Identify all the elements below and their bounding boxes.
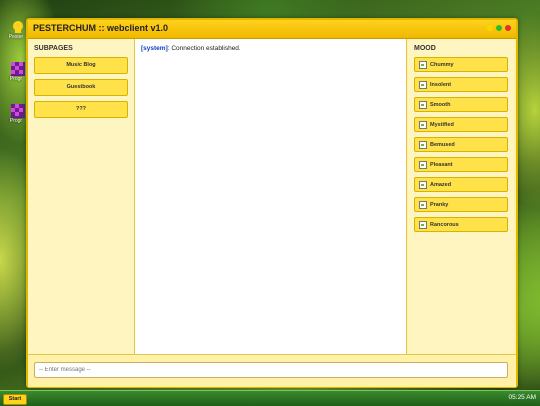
mood-rancorous-button[interactable]: Rancorous [414, 217, 508, 232]
mood-label: Chummy [430, 61, 454, 68]
start-button[interactable]: Start [3, 394, 27, 405]
broken-image-icon [419, 200, 427, 209]
mood-pleasant-button[interactable]: Pleasant [414, 157, 508, 172]
mood-label: Rancorous [430, 221, 459, 228]
subpage-music-blog-button[interactable]: Music Blog [34, 57, 128, 74]
broken-image-icon [419, 160, 427, 169]
mood-bemused-button[interactable]: Bemused [414, 137, 508, 152]
system-tag: [system] [141, 45, 168, 52]
maximize-dot-icon[interactable] [496, 25, 502, 31]
mood-pranky-button[interactable]: Pranky [414, 197, 508, 212]
message-bar [28, 354, 516, 387]
mood-label: Smooth [430, 101, 451, 108]
close-dot-icon[interactable] [505, 25, 511, 31]
mood-insolent-button[interactable]: Insolent [414, 77, 508, 92]
mood-label: Bemused [430, 141, 455, 148]
mood-label: Pleasant [430, 161, 453, 168]
window-controls [487, 25, 511, 31]
broken-image-icon [419, 180, 427, 189]
chat-log: [system]: Connection established. [135, 39, 407, 354]
broken-image-icon [419, 80, 427, 89]
mood-amazed-button[interactable]: Amazed [414, 177, 508, 192]
broken-image-icon [419, 100, 427, 109]
window-title: PESTERCHUM :: webclient v1.0 [33, 23, 169, 33]
mood-heading: MOOD [414, 45, 436, 52]
mood-chummy-button[interactable]: Chummy [414, 57, 508, 72]
message-input[interactable] [34, 362, 508, 378]
pesterchum-window: PESTERCHUM :: webclient v1.0 SUBPAGES Mu… [26, 18, 518, 388]
mood-label: Insolent [430, 81, 452, 88]
subpage-guestbook-button[interactable]: Guestbook [34, 79, 128, 96]
subpages-panel: SUBPAGES Music Blog Guestbook ??? [28, 39, 135, 354]
broken-image-icon [419, 120, 427, 129]
mood-label: Pranky [430, 201, 449, 208]
pesterchum-icon [13, 21, 23, 33]
broken-image-icon [419, 220, 427, 229]
minimize-dot-icon[interactable] [487, 25, 493, 31]
taskbar-clock: 05:25 AM [508, 394, 536, 401]
broken-image-icon [419, 140, 427, 149]
subpage-unknown-button[interactable]: ??? [34, 101, 128, 118]
system-message-text: : Connection established. [167, 45, 241, 52]
broken-image-icon [419, 60, 427, 69]
program-icon [11, 104, 25, 118]
taskbar: Start 05:25 AM [0, 390, 540, 406]
mood-panel: MOOD Chummy Insolent Smooth Mystified Be… [408, 39, 514, 354]
window-titlebar[interactable]: PESTERCHUM :: webclient v1.0 [28, 20, 516, 39]
program-icon [11, 62, 25, 76]
mood-smooth-button[interactable]: Smooth [414, 97, 508, 112]
subpages-heading: SUBPAGES [34, 45, 73, 52]
chat-message: [system]: Connection established. [135, 39, 406, 52]
mood-label: Amazed [430, 181, 452, 188]
mood-label: Mystified [430, 121, 454, 128]
mood-mystified-button[interactable]: Mystified [414, 117, 508, 132]
